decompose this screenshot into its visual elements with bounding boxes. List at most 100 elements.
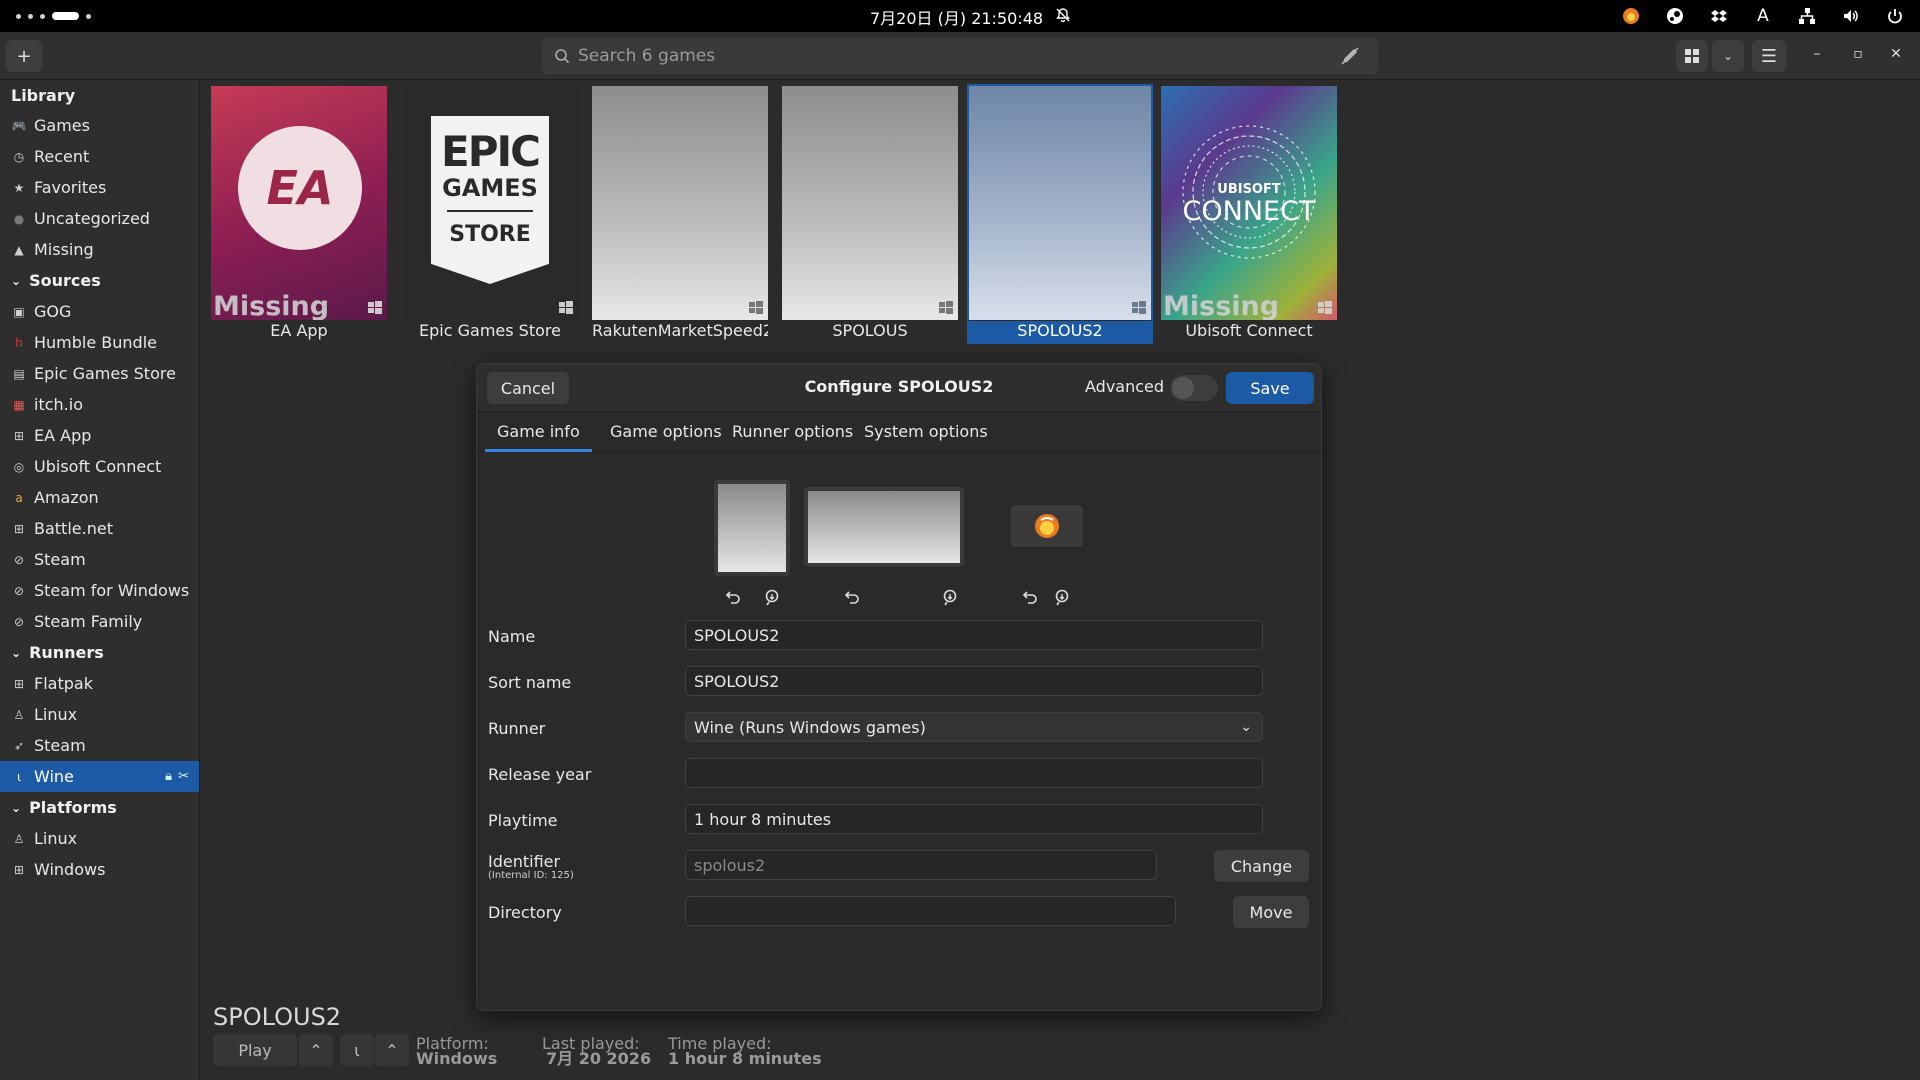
sidebar-item-missing[interactable]: ▲ Missing (0, 234, 199, 265)
clock[interactable]: 7月20日 (月) 21:50:48 (870, 5, 1071, 29)
runner-select-value: Wine (Runs Windows games) (694, 717, 926, 737)
sidebar-item-linux-runner[interactable]: ♙ Linux (0, 699, 199, 730)
itchio-icon: ▦ (13, 397, 25, 412)
search-input[interactable]: Search 6 games (542, 38, 1378, 74)
windows-icon (749, 301, 763, 314)
play-options-button[interactable]: ⌃ (299, 1034, 333, 1066)
sidebar-item-flatpak[interactable]: ⊞ Flatpak (0, 668, 199, 699)
download-cover-icon[interactable] (763, 588, 781, 606)
header-bar: + Search 6 games ⌄ ☰ – ▫ ✕ (0, 32, 1920, 80)
game-tile-epic-games-store[interactable]: EPIC GAMES STORE Epic Games Store (402, 86, 578, 340)
sidebar-item-windows-platform[interactable]: ⊞ Windows (0, 854, 199, 885)
chevron-down-icon: ⌄ (11, 800, 22, 815)
sidebar-item-humble-bundle[interactable]: h Humble Bundle (0, 327, 199, 358)
sidebar-item-steam-family[interactable]: ⊘ Steam Family (0, 606, 199, 637)
sidebar-item-recent[interactable]: ◷ Recent (0, 141, 199, 172)
tools-icon[interactable]: ✂ (178, 769, 189, 784)
cover-image-button[interactable] (714, 480, 790, 576)
chevron-down-icon: ⌄ (11, 645, 22, 660)
identifier-label: Identifier (488, 852, 561, 871)
activities-indicator[interactable] (16, 12, 91, 20)
volume-icon[interactable] (1840, 5, 1862, 27)
add-game-button[interactable]: + (6, 40, 42, 72)
sidebar-item-linux-platform[interactable]: ♙ Linux (0, 823, 199, 854)
sidebar-item-battlenet[interactable]: ⊞ Battle.net (0, 513, 199, 544)
ea-logo: EA (238, 126, 362, 250)
move-directory-button[interactable]: Move (1233, 896, 1309, 928)
epic-logo: EPIC GAMES STORE (431, 116, 549, 284)
tab-system-options[interactable]: System options (852, 420, 1000, 452)
change-identifier-button[interactable]: Change (1214, 850, 1309, 882)
tab-game-options[interactable]: Game options (598, 420, 734, 452)
sidebar-item-ubisoft-connect[interactable]: ◎ Ubisoft Connect (0, 451, 199, 482)
windows-icon: ⊞ (13, 862, 25, 877)
sidebar-item-epic-games-store[interactable]: ▤ Epic Games Store (0, 358, 199, 389)
maximize-button[interactable]: ▫ (1848, 46, 1868, 62)
power-icon[interactable] (1884, 5, 1906, 27)
minimize-button[interactable]: – (1807, 46, 1827, 62)
tab-runner-options[interactable]: Runner options (720, 420, 865, 452)
sidebar-item-uncategorized[interactable]: ● Uncategorized (0, 203, 199, 234)
playtime-field[interactable]: 1 hour 8 minutes (685, 804, 1263, 834)
main-menu-button[interactable]: ☰ (1752, 40, 1786, 72)
reset-banner-icon[interactable] (842, 588, 860, 606)
game-tile-spolous[interactable]: SPOLOUS (782, 86, 958, 340)
sidebar-runners-header[interactable]: ⌄ Runners (0, 637, 199, 668)
game-tile-spolous2[interactable]: SPOLOUS2 (967, 84, 1153, 344)
banner-image-button[interactable] (804, 487, 964, 567)
view-options-dropdown[interactable]: ⌄ (1712, 40, 1744, 72)
runner-options-button[interactable]: ⌃ (375, 1034, 409, 1066)
close-window-button[interactable]: ✕ (1886, 46, 1906, 62)
sidebar-item-gog[interactable]: ▣ GOG (0, 296, 199, 327)
name-field[interactable]: SPOLOUS2 (685, 620, 1263, 650)
save-button[interactable]: Save (1226, 372, 1314, 404)
sidebar-item-ea-app[interactable]: ⊞ EA App (0, 420, 199, 451)
search-icon (555, 49, 570, 64)
humble-icon: h (15, 335, 23, 350)
play-button[interactable]: Play (213, 1034, 297, 1066)
system-top-bar: 7月20日 (月) 21:50:48 A (0, 0, 1920, 32)
sidebar-item-wine[interactable]: ɩ Wine 🔒︎ ✂ (0, 761, 199, 792)
game-tile-ea-app[interactable]: EA Missing EA App (211, 86, 387, 340)
lock-icon[interactable]: 🔒︎ (165, 769, 172, 784)
release-year-field[interactable] (685, 758, 1263, 788)
windows-icon (559, 301, 573, 314)
steam-tray-icon[interactable] (1664, 5, 1686, 27)
sidebar: Library 🎮 Games ◷ Recent ★ Favorites ● Uncat… (0, 80, 200, 1080)
missing-label: Missing (213, 291, 330, 320)
playtime-label: Playtime (488, 811, 558, 830)
sidebar-item-steam-runner[interactable]: ➶ Steam (0, 730, 199, 761)
download-icon-icon[interactable] (1053, 588, 1071, 606)
reset-icon-icon[interactable] (1020, 588, 1038, 606)
sidebar-item-amazon[interactable]: a Amazon (0, 482, 199, 513)
network-icon[interactable] (1796, 5, 1818, 27)
steam-icon: ⊘ (13, 614, 25, 629)
sidebar-item-games[interactable]: 🎮 Games (0, 110, 199, 141)
reset-cover-icon[interactable] (723, 588, 741, 606)
game-tile-ubisoft-connect[interactable]: UBISOFT CONNECT Missing Ubisoft Connect (1161, 86, 1337, 340)
name-label: Name (488, 627, 536, 646)
linux-icon: ♙ (13, 707, 25, 722)
download-banner-icon[interactable] (941, 588, 959, 606)
filter-installed-icon[interactable] (1338, 44, 1362, 68)
input-method-indicator[interactable]: A (1752, 5, 1774, 27)
directory-field[interactable] (685, 896, 1176, 926)
sidebar-item-favorites[interactable]: ★ Favorites (0, 172, 199, 203)
sidebar-sources-header[interactable]: ⌄ Sources (0, 265, 199, 296)
sidebar-item-steam-for-windows[interactable]: ⊘ Steam for Windows (0, 575, 199, 606)
chevron-up-icon: ⌃ (309, 1040, 323, 1060)
cancel-button[interactable]: Cancel (487, 372, 569, 404)
sort-name-field[interactable]: SPOLOUS2 (685, 666, 1263, 696)
sidebar-platforms-header[interactable]: ⌄ Platforms (0, 792, 199, 823)
dropbox-tray-icon[interactable] (1708, 5, 1730, 27)
game-tile-rakutenmarketspeed2[interactable]: RakutenMarketSpeed2 (592, 86, 768, 340)
sidebar-item-steam[interactable]: ⊘ Steam (0, 544, 199, 575)
sidebar-item-itchio[interactable]: ▦ itch.io (0, 389, 199, 420)
icon-image-button[interactable] (1011, 505, 1083, 547)
tab-game-info[interactable]: Game info (485, 420, 592, 452)
runner-select[interactable]: Wine (Runs Windows games) ⌄ (685, 712, 1263, 742)
advanced-toggle[interactable] (1170, 375, 1218, 401)
lutris-tray-icon[interactable] (1620, 5, 1642, 27)
grid-view-button[interactable] (1676, 40, 1708, 72)
runner-button[interactable]: ɩ (340, 1034, 374, 1066)
